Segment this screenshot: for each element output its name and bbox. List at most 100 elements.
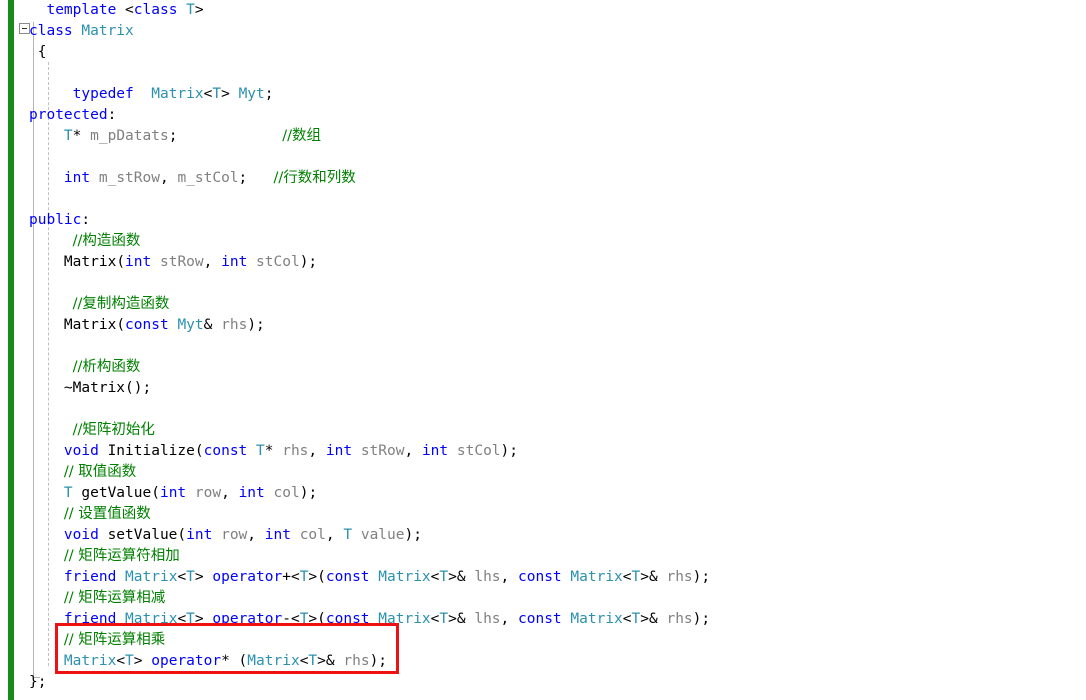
code-token-pun: ); [299, 485, 318, 501]
code-token-pun: < [177, 611, 187, 627]
code-token-typ: Matrix [125, 611, 178, 627]
code-token-pun [99, 527, 108, 543]
code-token-id: lhs [474, 611, 501, 627]
code-token-pun: < [622, 569, 632, 585]
code-token-pun [29, 296, 73, 312]
code-token-pun [29, 569, 64, 585]
code-token-pun [29, 254, 64, 270]
code-token-id: stCol [456, 443, 501, 459]
code-line: // 矩阵运算相乘 [29, 630, 1086, 651]
code-token-pun: ); [500, 443, 519, 459]
code-token-id: stRow [360, 443, 405, 459]
code-text-area[interactable]: template <class T> class Matrix { typedef… [29, 0, 1086, 693]
code-token-typ: Matrix [81, 23, 134, 39]
code-token-pun [116, 611, 125, 627]
code-token-typ: Matrix [570, 569, 623, 585]
code-token-kw: int [125, 254, 152, 270]
code-token-pun: ); [404, 527, 422, 543]
code-token-pun [186, 485, 195, 501]
code-token-pun [370, 569, 379, 585]
code-token-id: stRow [159, 254, 204, 270]
code-token-cmt: //数组 [282, 128, 321, 144]
code-token-pun [29, 590, 64, 606]
code-line: protected: [29, 105, 1086, 126]
code-token-kw: friend [63, 569, 117, 585]
code-token-kw: class [29, 23, 73, 39]
code-token-kw: const [325, 611, 370, 627]
code-token-typ: T [125, 653, 134, 669]
code-token-pun [448, 443, 457, 459]
code-token-pun [29, 632, 64, 648]
code-token-cmt: //析构函数 [72, 359, 141, 375]
code-token-cmt: // 矩阵运算相乘 [63, 632, 166, 648]
code-token-pun [29, 233, 73, 249]
code-token-pun: >( [308, 611, 326, 627]
code-token-pun [29, 464, 64, 480]
code-token-pun: * [264, 443, 283, 459]
code-token-id: m_stCol [177, 170, 239, 186]
code-token-kw: class [133, 2, 178, 18]
code-token-pun [370, 611, 379, 627]
code-token-kw: friend [63, 611, 117, 627]
code-token-typ: T [212, 86, 222, 102]
code-line: { [29, 42, 1086, 63]
code-token-pun: : [107, 107, 117, 123]
code-token-pun: ; [238, 170, 274, 186]
code-token-pun: ( [116, 254, 126, 270]
code-token-typ: T [63, 128, 73, 144]
code-token-pun: ; [264, 86, 274, 102]
code-token-pun [29, 485, 64, 501]
code-token-kw: operator [151, 653, 222, 669]
code-line: void Initialize(const T* rhs, int stRow,… [29, 441, 1086, 462]
code-token-pun: , [404, 443, 422, 459]
code-token-typ: Matrix [247, 653, 300, 669]
code-token-pun: ); [299, 254, 318, 270]
code-token-pun [90, 170, 99, 186]
code-token-pun: ); [369, 653, 388, 669]
code-token-pun [352, 527, 361, 543]
code-token-kw: public [29, 212, 82, 228]
code-line: // 矩阵运算符相加 [29, 546, 1086, 567]
code-line: class Matrix [29, 21, 1086, 42]
code-token-id: col [273, 485, 300, 501]
code-token-cmt: // 矩阵运算符相加 [63, 548, 180, 564]
code-token-cmt: //矩阵初始化 [72, 422, 155, 438]
code-token-cmt: //复制构造函数 [72, 296, 170, 312]
code-token-pun [29, 128, 64, 144]
code-token-pun: >& [448, 569, 475, 585]
code-token-id: rhs [666, 611, 693, 627]
code-token-kw: typedef [72, 86, 134, 102]
code-token-pun: , [500, 569, 519, 585]
code-token-id: row [194, 485, 222, 501]
code-line: friend Matrix<T> operator-<T>(const Matr… [29, 609, 1086, 630]
code-token-pun: +< [282, 569, 300, 585]
code-line: Matrix<T> operator* (Matrix<T>& rhs); [29, 651, 1086, 672]
code-line: typedef Matrix<T> Myt; [29, 84, 1086, 105]
code-token-pun: }; [29, 674, 47, 690]
code-token-typ: Matrix [378, 611, 431, 627]
code-token-typ: Myt [177, 317, 204, 333]
code-token-pun: >& [448, 611, 475, 627]
code-token-id: m_pDatats [90, 128, 169, 144]
code-token-pun: ( [194, 443, 204, 459]
code-line: // 矩阵运算相减 [29, 588, 1086, 609]
code-token-kw: int [63, 170, 91, 186]
code-token-pun [247, 254, 256, 270]
code-token-pun: > [221, 86, 239, 102]
code-token-pun: & [203, 317, 222, 333]
code-token-pun: ; [168, 128, 283, 144]
code-token-pun: >& [317, 653, 344, 669]
code-token-typ: Myt [238, 86, 265, 102]
code-token-pun: , [247, 527, 265, 543]
code-token-pun [29, 359, 73, 375]
code-line: ~Matrix(); [29, 378, 1086, 399]
code-token-pun [99, 443, 108, 459]
code-token-pun: -< [282, 611, 300, 627]
code-editor[interactable]: template <class T> class Matrix { typedef… [0, 0, 1086, 700]
code-token-cmt: // 矩阵运算相减 [63, 590, 166, 606]
code-token-pun: ); [247, 317, 265, 333]
